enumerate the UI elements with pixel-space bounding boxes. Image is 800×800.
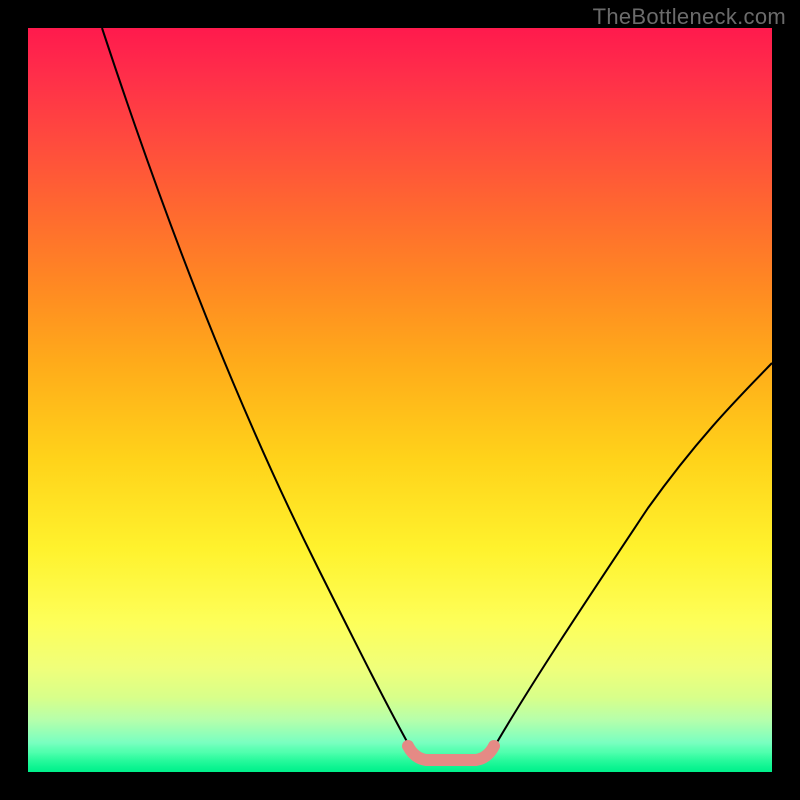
curve-right [489, 363, 772, 756]
chart-frame: TheBottleneck.com [0, 0, 800, 800]
curve-left [102, 28, 415, 756]
bottom-bump [408, 746, 494, 760]
watermark-text: TheBottleneck.com [593, 4, 786, 30]
chart-svg [28, 28, 772, 772]
plot-area [28, 28, 772, 772]
